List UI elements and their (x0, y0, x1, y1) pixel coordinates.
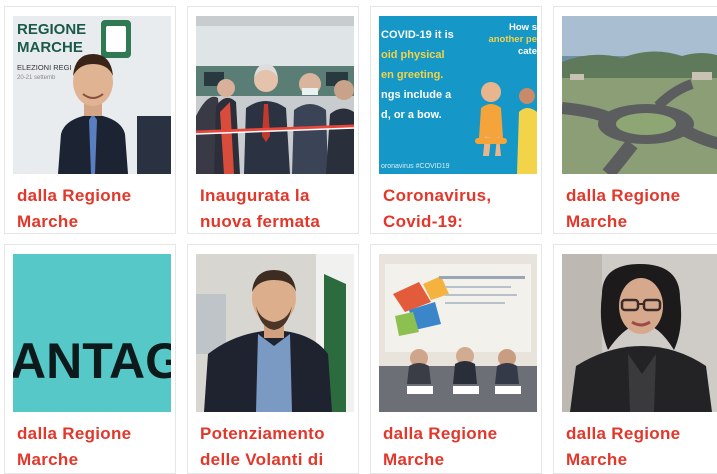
news-thumbnail[interactable]: REGIONE MARCHE ELEZIONI REGI 20-21 sette… (13, 16, 171, 174)
image-banner-text: ANTAG (13, 333, 171, 389)
news-card-title[interactable]: dalla Regione Marche (17, 421, 173, 473)
image-text-line: d, or a bow. (381, 109, 442, 121)
regione-marche-photo: REGIONE MARCHE ELEZIONI REGI 20-21 sette… (13, 16, 171, 174)
news-card-title[interactable]: dalla Regione Marche (566, 421, 717, 473)
image-caption-line: MARCHE (17, 39, 83, 56)
image-text-line: en greeting. (381, 69, 443, 81)
antag-banner: ANTAG (13, 254, 171, 412)
news-thumbnail[interactable] (379, 254, 537, 412)
image-caption-line: ELEZIONI REGI (17, 63, 72, 72)
news-card-title[interactable]: dalla Regione Marche (383, 421, 539, 473)
inauguration-photo (196, 16, 354, 174)
image-text-line: oid physical (381, 49, 445, 61)
news-card[interactable]: dalla Regione Marche (553, 6, 717, 234)
image-caption-line: REGIONE (17, 21, 86, 38)
image-text-line: cate (518, 46, 537, 57)
news-thumbnail[interactable] (196, 16, 354, 174)
image-text-line: another pe (488, 34, 537, 45)
news-card[interactable]: COVID-19 it is oid physical en greeting.… (370, 6, 542, 234)
news-card[interactable]: Potenziamento delle Volanti di (187, 244, 359, 474)
image-text-line: COVID-19 it is (381, 29, 454, 41)
press-conference-photo (379, 254, 537, 412)
news-thumbnail[interactable] (196, 254, 354, 412)
news-card[interactable]: REGIONE MARCHE ELEZIONI REGI 20-21 sette… (4, 6, 176, 234)
news-card-title[interactable]: Coronavirus, Covid-19: (383, 183, 539, 233)
image-text-line: ngs include a (381, 89, 452, 101)
news-thumbnail[interactable]: COVID-19 it is oid physical en greeting.… (379, 16, 537, 174)
news-card[interactable]: dalla Regione Marche (553, 244, 717, 474)
image-text-line: How s (509, 22, 537, 33)
road-junction-photo (562, 16, 717, 174)
news-card-title[interactable]: Potenziamento delle Volanti di (200, 421, 356, 473)
news-card-title[interactable]: dalla Regione Marche (566, 183, 717, 233)
image-caption-line: 20-21 settemb (17, 75, 56, 81)
news-thumbnail[interactable] (562, 16, 717, 174)
covid-infographic: COVID-19 it is oid physical en greeting.… (379, 16, 537, 174)
news-card[interactable]: Inaugurata la nuova fermata (187, 6, 359, 234)
news-card[interactable]: dalla Regione Marche (370, 244, 542, 474)
news-card-title[interactable]: dalla Regione Marche (17, 183, 173, 233)
woman-portrait-photo (562, 254, 717, 412)
news-thumbnail[interactable]: ANTAG (13, 254, 171, 412)
news-card-title[interactable]: Inaugurata la nuova fermata (200, 183, 356, 233)
news-thumbnail[interactable] (562, 254, 717, 412)
person-icon (481, 82, 501, 102)
image-footer-text: oronavirus #COVID19 (381, 163, 450, 170)
man-portrait-photo (196, 254, 354, 412)
news-card[interactable]: ANTAG dalla Regione Marche (4, 244, 176, 474)
